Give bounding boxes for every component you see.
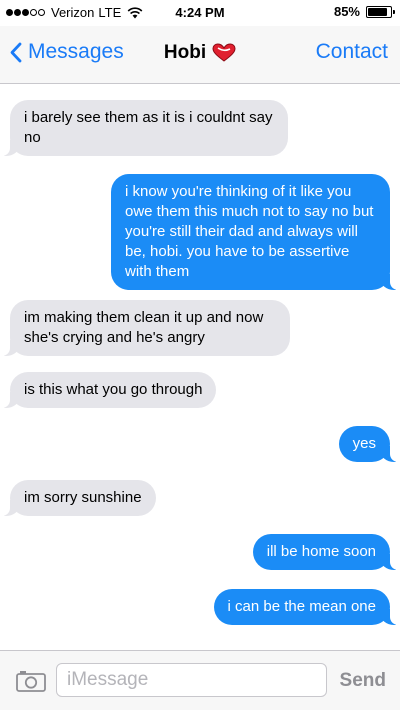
message-thread[interactable]: i barely see them as it is i couldnt say… — [0, 84, 400, 650]
message-text: i barely see them as it is i couldnt say… — [24, 109, 273, 146]
imessage-input[interactable] — [56, 663, 327, 697]
status-bar: Verizon LTE 4:24 PM 85% — [0, 0, 400, 26]
outgoing-message-bubble: i can be the mean one — [213, 589, 400, 625]
battery-fill — [368, 7, 387, 16]
incoming-message-bubble: im making them clean it up and now she's… — [0, 300, 290, 356]
contact-name: Hobi — [163, 42, 207, 63]
message-text: im sorry sunshine — [24, 489, 142, 506]
red-heart-icon — [212, 43, 236, 62]
camera-icon — [16, 671, 46, 692]
incoming-message-bubble: i barely see them as it is i couldnt say… — [0, 100, 288, 156]
message-text: im making them clean it up and now she's… — [24, 309, 264, 346]
message-text: i know you're thinking of it like you ow… — [125, 183, 374, 280]
message-input-bar: Send — [0, 650, 400, 710]
camera-button[interactable] — [16, 670, 46, 697]
battery-percent: 85% — [333, 4, 360, 19]
outgoing-message-bubble: yes — [338, 426, 400, 462]
send-button[interactable]: Send — [340, 670, 386, 692]
outgoing-message-bubble: ill be home soon — [252, 534, 400, 570]
message-text: i can be the mean one — [227, 598, 376, 615]
contact-button[interactable]: Contact — [316, 40, 388, 64]
message-text: ill be home soon — [266, 543, 376, 560]
incoming-message-bubble: im sorry sunshine — [0, 480, 156, 516]
messages-screen: Verizon LTE 4:24 PM 85% Messages Hobi Co… — [0, 0, 400, 710]
navigation-bar: Messages Hobi Contact — [0, 26, 400, 84]
incoming-message-bubble: is this what you go through — [0, 372, 217, 408]
battery-icon — [366, 5, 395, 18]
outgoing-message-bubble: i know you're thinking of it like you ow… — [111, 174, 400, 290]
message-text: yes — [352, 435, 376, 452]
status-right: 85% — [333, 4, 395, 19]
message-text: is this what you go through — [24, 381, 203, 398]
